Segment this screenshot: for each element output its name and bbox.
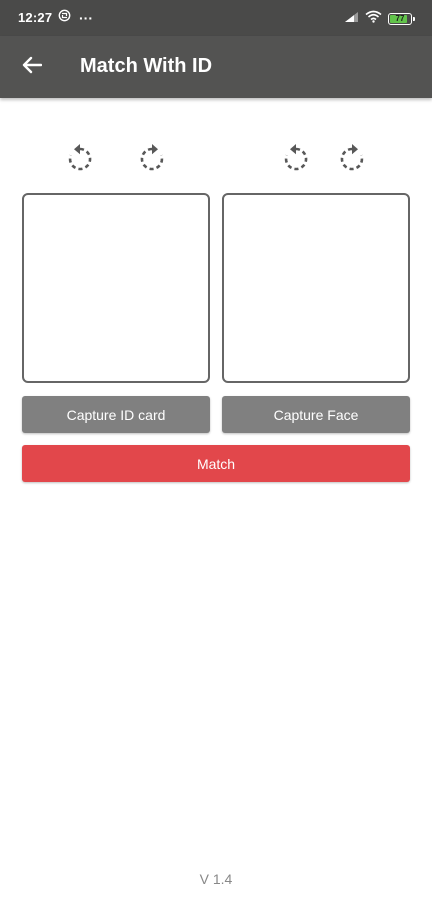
version-label: V 1.4 bbox=[199, 871, 233, 887]
battery-level: 77 bbox=[395, 14, 405, 23]
battery-icon: 77 bbox=[388, 13, 415, 25]
status-time: 12:27 bbox=[18, 10, 53, 25]
capture-face-button[interactable]: Capture Face bbox=[222, 396, 410, 433]
id-rotate-right-button[interactable] bbox=[135, 143, 169, 177]
wifi-icon bbox=[365, 10, 382, 28]
rotate-right-icon bbox=[136, 142, 168, 179]
status-bar: 12:27 ··· 77 bbox=[0, 0, 432, 36]
id-rotate-left-button[interactable] bbox=[63, 143, 97, 177]
signal-icon bbox=[344, 10, 359, 28]
rotate-left-icon bbox=[64, 142, 96, 179]
face-image-frame bbox=[222, 193, 410, 383]
capture-id-card-button[interactable]: Capture ID card bbox=[22, 396, 210, 433]
match-button[interactable]: Match bbox=[22, 445, 410, 482]
rotate-right-icon bbox=[336, 142, 368, 179]
sync-icon bbox=[58, 9, 71, 27]
arrow-left-icon bbox=[22, 56, 43, 79]
rotate-left-icon bbox=[280, 142, 312, 179]
face-rotate-left-button[interactable] bbox=[279, 143, 313, 177]
back-button[interactable] bbox=[16, 51, 48, 83]
page-title: Match With ID bbox=[80, 55, 213, 77]
id-card-image-frame bbox=[22, 193, 210, 383]
status-left-icons: ··· bbox=[58, 9, 93, 27]
status-right-icons: 77 bbox=[344, 10, 415, 28]
more-indicator: ··· bbox=[79, 10, 93, 26]
face-rotate-right-button[interactable] bbox=[335, 143, 369, 177]
app-bar: Match With ID bbox=[0, 36, 432, 98]
